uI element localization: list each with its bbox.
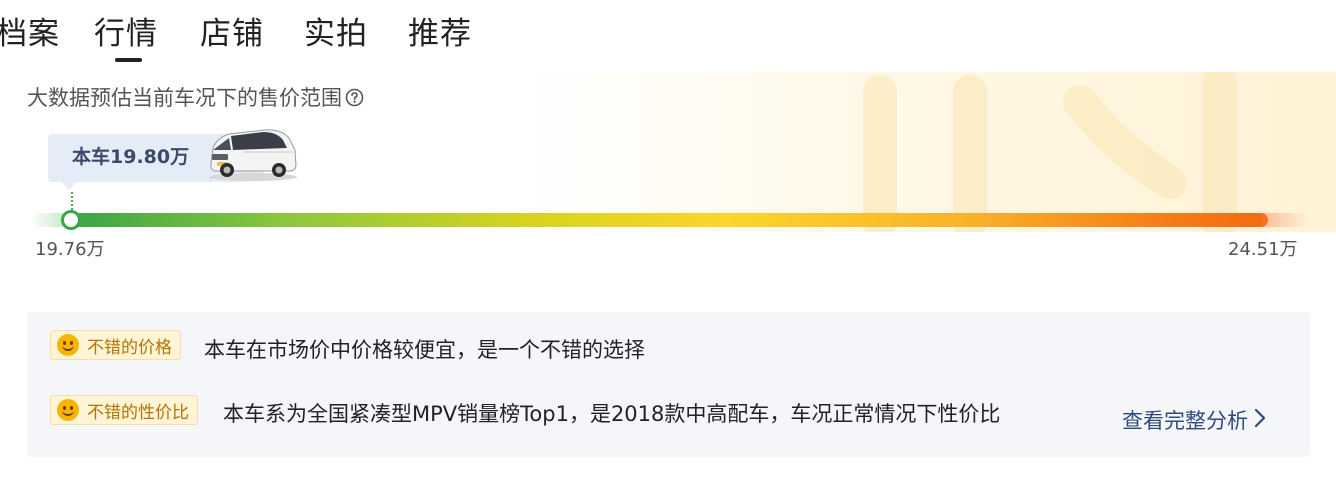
view-full-analysis-link[interactable]: 查看完整分析 <box>1122 406 1266 436</box>
tag-good-value-label: 不错的性价比 <box>87 402 189 423</box>
analysis-card <box>27 312 1310 457</box>
car-image <box>203 124 299 186</box>
price-range-bar <box>70 213 1268 227</box>
view-full-analysis-label[interactable]: 查看完整分析 <box>1122 406 1248 436</box>
tag-good-price-label: 不错的价格 <box>87 337 172 358</box>
current-price-label: 本车19.80万 <box>72 146 190 168</box>
active-tab-indicator <box>115 58 142 62</box>
tab-photos[interactable]: 实拍 <box>304 14 368 54</box>
marker-guide-line <box>71 192 73 210</box>
tab-profile[interactable]: 档案 <box>0 14 60 54</box>
tag-good-value: 不错的性价比 <box>50 395 198 425</box>
range-max-label: 24.51万 <box>1228 239 1298 260</box>
tab-recommend[interactable]: 推荐 <box>408 14 472 54</box>
analysis-row-text: 本车在市场价中价格较便宜，是一个不错的选择 <box>204 338 645 362</box>
estimate-title-text: 大数据预估当前车况下的售价范围 <box>27 86 342 110</box>
range-min-label: 19.76万 <box>35 239 105 260</box>
decorative-background <box>520 72 1336 232</box>
tab-market[interactable]: 行情 <box>94 14 158 54</box>
current-price-marker <box>61 210 81 230</box>
bubble-tail <box>60 180 78 190</box>
tag-good-price: 不错的价格 <box>50 330 181 360</box>
smile-emoji-icon <box>57 399 79 421</box>
tab-bar: 档案 行情 店铺 实拍 推荐 <box>0 0 600 70</box>
question-circle-icon[interactable] <box>345 86 364 114</box>
analysis-row-text-value: 本车系为全国紧凑型MPV销量榜Top1，是2018款中高配车，车况正常情况下性价… <box>223 402 1001 426</box>
smile-emoji-icon <box>57 334 79 356</box>
estimate-heading: 大数据预估当前车况下的售价范围 <box>27 84 364 114</box>
range-bar-fade-right <box>1262 213 1308 227</box>
chevron-right-icon[interactable] <box>1254 406 1266 436</box>
tab-store[interactable]: 店铺 <box>200 14 264 54</box>
